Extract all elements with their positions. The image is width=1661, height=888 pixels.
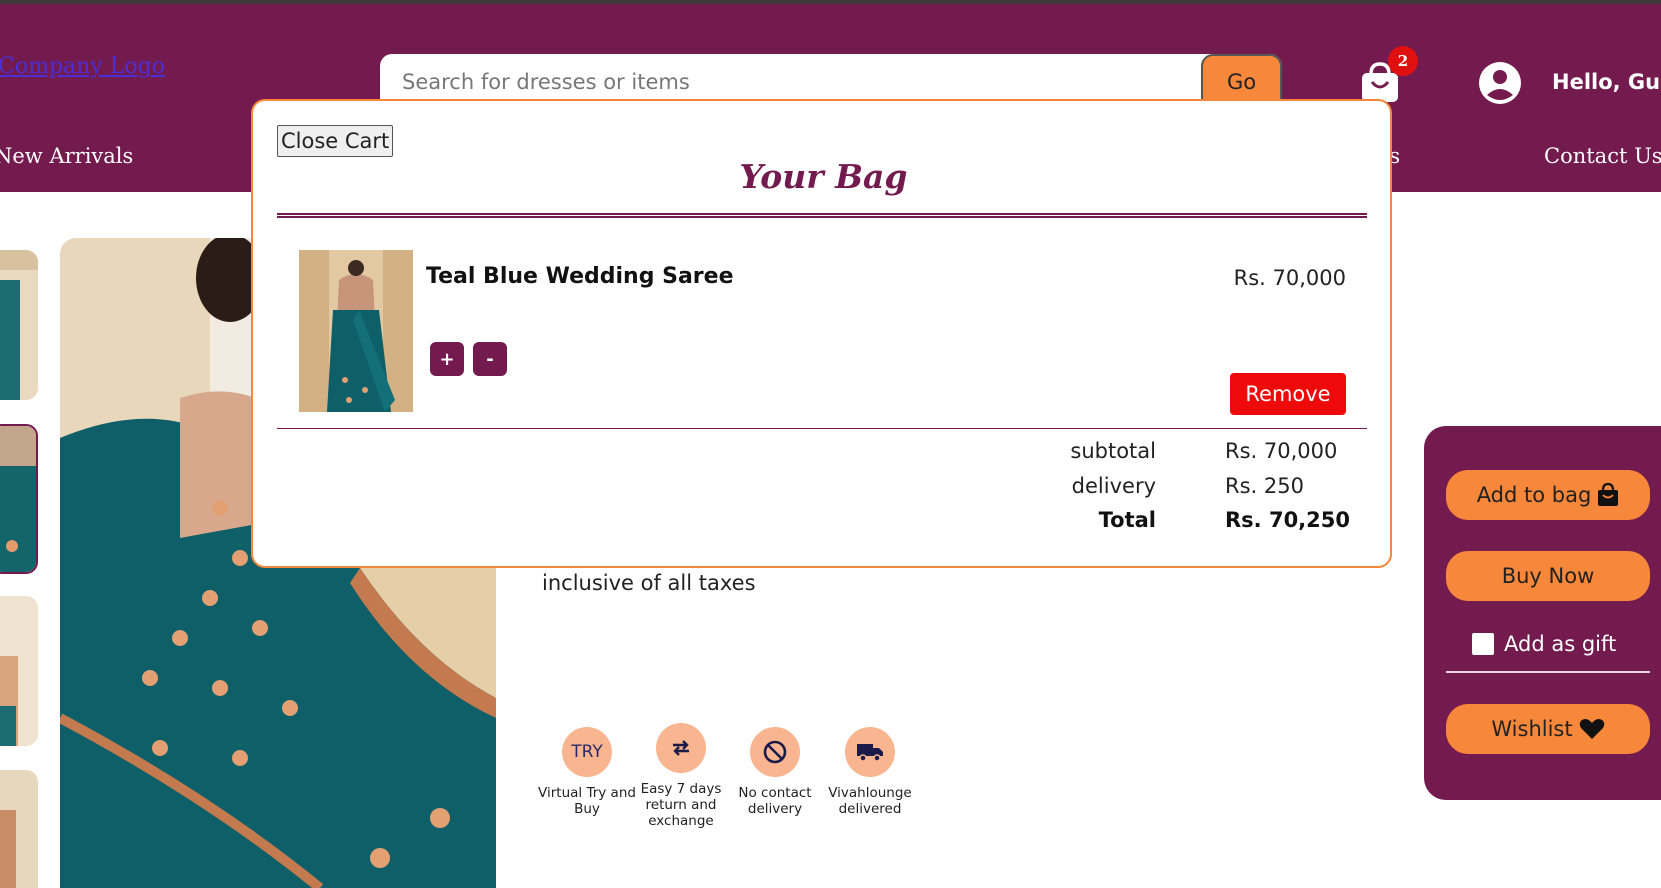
gift-label: Add as gift [1504,632,1617,656]
shopping-bag-icon [1598,483,1619,506]
add-to-bag-button[interactable]: Add to bag [1446,470,1650,520]
cart-title: Your Bag [739,157,908,196]
feature-delivery: Vivahlounge delivered [820,727,920,817]
cart-item-name: Teal Blue Wedding Saree [426,264,734,289]
total-label: Total [1098,508,1156,532]
gallery-thumbnail-selected[interactable] [0,424,38,574]
gallery-thumbnail[interactable] [0,596,38,746]
delivery-value: Rs. 250 [1225,474,1304,498]
cart-item-price: Rs. 70,000 [1233,266,1346,290]
feature-caption: Virtual Try and Buy [538,785,636,817]
nav-new-arrivals[interactable]: New Arrivals [0,144,133,168]
wishlist-button[interactable]: Wishlist [1446,704,1650,754]
subtotal-label: subtotal [1070,439,1156,463]
search-input[interactable] [402,70,1182,94]
cart-item-image [299,250,413,412]
try-icon: TRY [562,727,612,777]
close-cart-button[interactable]: Close Cart [277,125,394,157]
truck-icon [845,727,895,777]
subtotal-value: Rs. 70,000 [1225,439,1338,463]
feature-easy-return: Easy 7 days return and exchange [631,723,731,829]
user-greeting: Hello, Guest [1552,70,1661,94]
feature-caption: Vivahlounge delivered [828,785,912,817]
taxes-note: inclusive of all taxes [542,571,756,595]
panel-divider [1446,671,1650,673]
delivery-label: delivery [1071,474,1156,498]
total-value: Rs. 70,250 [1225,508,1350,532]
wishlist-label: Wishlist [1491,717,1573,741]
title-divider [277,213,1367,218]
gallery-thumbnail[interactable] [0,770,38,888]
no-contact-icon [750,727,800,777]
product-action-panel: Add to bag Buy Now Add as gift Wishlist [1424,426,1661,800]
item-divider [277,428,1367,429]
feature-virtual-try: TRY Virtual Try and Buy [537,727,637,817]
cart-modal: Close Cart Your Bag Teal Blue Wedding Sa… [251,99,1392,568]
quantity-increase-button[interactable]: + [430,342,464,376]
user-account-icon[interactable] [1478,61,1522,105]
feature-caption: Easy 7 days return and exchange [640,781,722,829]
gallery-thumbnail[interactable] [0,250,38,400]
exchange-arrows-icon [656,723,706,773]
gift-checkbox[interactable] [1472,633,1494,655]
quantity-decrease-button[interactable]: - [473,342,507,376]
company-logo-link[interactable]: Company Logo [0,54,165,79]
feature-no-contact: No contact delivery [725,727,825,817]
heart-icon [1579,719,1604,739]
add-to-bag-label: Add to bag [1476,483,1592,507]
buy-now-button[interactable]: Buy Now [1446,551,1650,601]
feature-caption: No contact delivery [738,785,812,817]
cart-count-badge: 2 [1388,46,1418,76]
nav-contact-us[interactable]: Contact Us [1544,144,1661,168]
gift-option[interactable]: Add as gift [1472,632,1616,656]
remove-item-button[interactable]: Remove [1230,373,1346,415]
